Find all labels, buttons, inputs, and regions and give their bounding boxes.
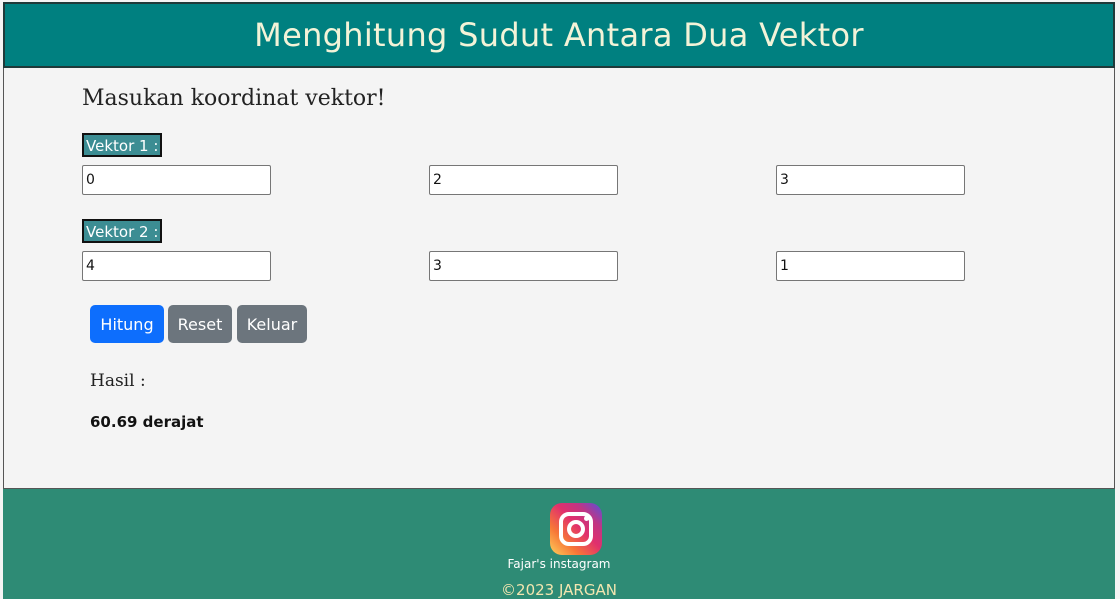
reset-button[interactable]: Reset	[168, 305, 232, 343]
result-value: 60.69 derajat	[90, 413, 204, 431]
page-header: Menghitung Sudut Antara Dua Vektor	[3, 2, 1115, 68]
vektor2-y-input[interactable]	[429, 251, 618, 281]
instagram-caption[interactable]: Fajar's instagram	[3, 557, 1115, 571]
result-label: Hasil :	[90, 371, 146, 391]
vektor1-z-input[interactable]	[776, 165, 965, 195]
page-footer: Fajar's instagram ©2023 JARGAN	[3, 488, 1115, 599]
vektor1-y-input[interactable]	[429, 165, 618, 195]
hitung-button[interactable]: Hitung	[90, 305, 164, 343]
keluar-button[interactable]: Keluar	[237, 305, 307, 343]
vektor1-x-input[interactable]	[82, 165, 271, 195]
vektor2-label: Vektor 2 :	[82, 219, 163, 243]
form-prompt: Masukan koordinat vektor!	[82, 86, 386, 111]
page-title: Menghitung Sudut Antara Dua Vektor	[254, 16, 864, 54]
vektor2-x-input[interactable]	[82, 251, 271, 281]
copyright-text: ©2023 JARGAN	[501, 581, 617, 599]
instagram-icon-dot	[584, 516, 589, 521]
instagram-icon-lens	[567, 520, 585, 538]
vektor1-label: Vektor 1 :	[82, 133, 163, 157]
instagram-icon[interactable]	[550, 503, 602, 555]
vektor2-z-input[interactable]	[776, 251, 965, 281]
